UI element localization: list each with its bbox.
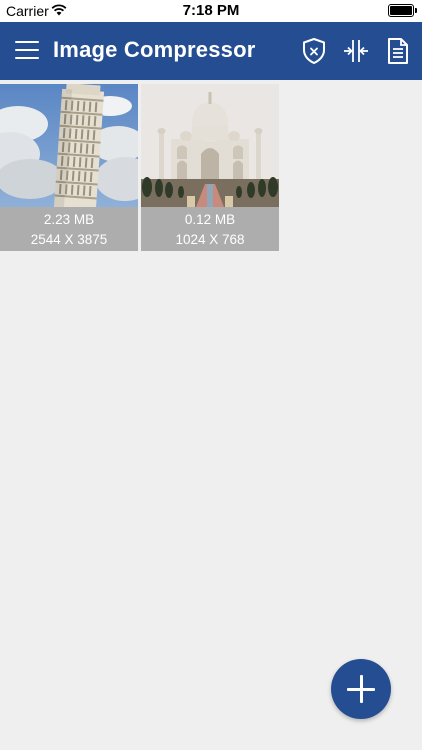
image-dimensions: 2544 X 3875	[30, 232, 108, 247]
status-bar: Carrier 7:18 PM	[0, 0, 422, 22]
document-icon[interactable]	[384, 37, 412, 65]
file-size: 0.12 MB	[184, 212, 236, 227]
battery-icon	[388, 4, 417, 17]
image-info: 2.23 MB 2544 X 3875	[0, 207, 138, 251]
navigation-bar: Image Compressor	[0, 22, 422, 80]
image-tile[interactable]: 0.12 MB 1024 X 768	[141, 84, 279, 251]
file-size: 2.23 MB	[43, 212, 95, 227]
image-thumbnail-taj-mahal	[141, 84, 279, 207]
menu-icon[interactable]	[15, 41, 39, 59]
image-tile[interactable]: 2.23 MB 2544 X 3875	[0, 84, 138, 251]
compress-icon[interactable]	[342, 37, 370, 65]
page-title: Image Compressor	[53, 37, 256, 62]
image-info: 0.12 MB 1024 X 768	[141, 207, 279, 251]
image-thumbnail-pisa	[0, 84, 138, 207]
add-image-button[interactable]	[331, 659, 391, 719]
image-dimensions: 1024 X 768	[175, 232, 245, 247]
clock: 7:18 PM	[182, 2, 240, 19]
shield-x-icon[interactable]	[300, 37, 328, 65]
